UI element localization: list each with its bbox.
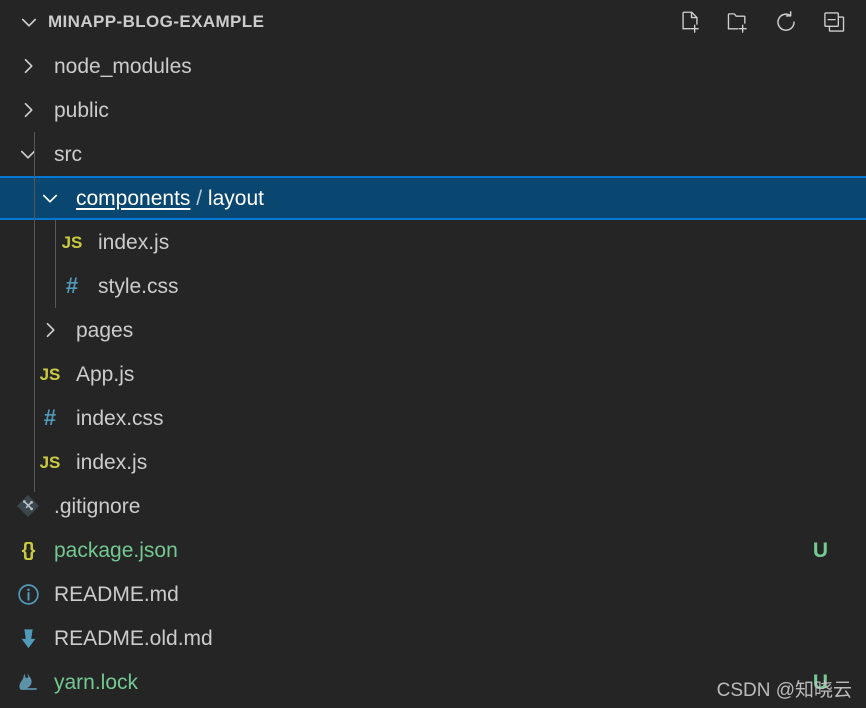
tree-row-label: index.js bbox=[98, 230, 170, 254]
tree-row-label: package.json bbox=[54, 538, 178, 562]
chevron-right-icon[interactable] bbox=[12, 100, 44, 120]
tree-row-layout-style-css[interactable]: # style.css bbox=[0, 264, 866, 308]
js-file-icon: JS bbox=[39, 452, 61, 472]
tree-row-layout-index-js[interactable]: JS index.js bbox=[0, 220, 866, 264]
explorer-toolbar bbox=[676, 8, 856, 36]
tree-row-label: index.js bbox=[76, 450, 148, 474]
tree-row-src-index-js[interactable]: JS index.js bbox=[0, 440, 866, 484]
tree-row-node_modules[interactable]: node_modules bbox=[0, 44, 866, 88]
tree-row-label: components / layout bbox=[76, 188, 264, 209]
tree-row-label: public bbox=[54, 98, 109, 122]
tree-row-label: README.md bbox=[54, 582, 179, 606]
download-arrow-icon bbox=[12, 626, 44, 651]
explorer-section-header[interactable]: MINAPP-BLOG-EXAMPLE bbox=[0, 0, 866, 44]
tree-row-label: src bbox=[54, 142, 82, 166]
git-status-badge: U bbox=[812, 670, 828, 694]
refresh-icon[interactable] bbox=[772, 8, 800, 36]
tree-row-label: README.old.md bbox=[54, 626, 213, 650]
css-file-icon: # bbox=[43, 405, 57, 430]
tree-row-src-index-css[interactable]: # index.css bbox=[0, 396, 866, 440]
tree-row-label: style.css bbox=[98, 274, 179, 298]
tree-row-readme-old-md[interactable]: README.old.md bbox=[0, 616, 866, 660]
js-file-icon: JS bbox=[39, 364, 61, 384]
tree-row-label: App.js bbox=[76, 362, 135, 386]
tree-row-label: pages bbox=[76, 318, 134, 342]
indent-guide bbox=[55, 220, 56, 308]
folder-segment-first: components bbox=[76, 186, 191, 210]
tree-row-yarn-lock[interactable]: yarn.lock U bbox=[0, 660, 866, 704]
indent-guide bbox=[34, 132, 35, 492]
tree-row-pages[interactable]: pages bbox=[0, 308, 866, 352]
css-file-icon: # bbox=[65, 273, 79, 298]
chevron-down-icon[interactable] bbox=[14, 7, 44, 37]
tree-row-package-json[interactable]: {} package.json U bbox=[0, 528, 866, 572]
tree-row-public[interactable]: public bbox=[0, 88, 866, 132]
js-file-icon: JS bbox=[61, 232, 83, 252]
tree-row-components-layout[interactable]: components / layout bbox=[0, 176, 866, 220]
tree-row-label: yarn.lock bbox=[54, 670, 139, 694]
tree-row-readme-md[interactable]: README.md bbox=[0, 572, 866, 616]
folder-segment-separator: / bbox=[190, 186, 208, 210]
yarn-cat-icon bbox=[12, 669, 44, 695]
tree-row-gitignore[interactable]: .gitignore bbox=[0, 484, 866, 528]
file-tree: node_modulespublic src components / layout… bbox=[0, 44, 866, 704]
chevron-right-icon[interactable] bbox=[12, 56, 44, 76]
git-file-icon bbox=[12, 493, 44, 519]
git-status-badge: U bbox=[812, 538, 828, 562]
chevron-down-icon[interactable] bbox=[34, 188, 66, 208]
chevron-right-icon[interactable] bbox=[34, 320, 66, 340]
json-file-icon: {} bbox=[21, 539, 36, 561]
tree-row-label: node_modules bbox=[54, 54, 192, 78]
file-explorer-panel: MINAPP-BLOG-EXAMPLE node_modules public … bbox=[0, 0, 866, 708]
chevron-down-icon[interactable] bbox=[12, 144, 44, 164]
new-folder-icon[interactable] bbox=[724, 8, 752, 36]
tree-row-label: .gitignore bbox=[54, 494, 141, 518]
new-file-icon[interactable] bbox=[676, 8, 704, 36]
explorer-root-title: MINAPP-BLOG-EXAMPLE bbox=[48, 12, 265, 31]
folder-segment-second: layout bbox=[207, 186, 264, 210]
tree-row-label: index.css bbox=[76, 406, 164, 430]
tree-row-app-js[interactable]: JS App.js bbox=[0, 352, 866, 396]
tree-row-src[interactable]: src bbox=[0, 132, 866, 176]
markdown-info-icon bbox=[12, 582, 44, 607]
collapse-all-icon[interactable] bbox=[820, 8, 848, 36]
